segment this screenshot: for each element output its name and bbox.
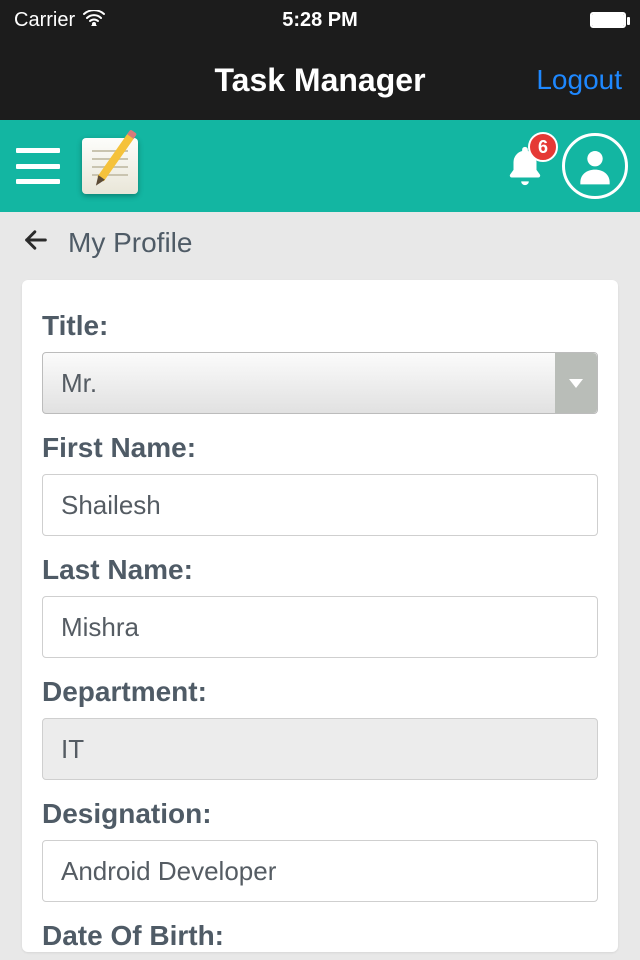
battery-icon bbox=[590, 12, 626, 28]
department-field: IT bbox=[42, 718, 598, 780]
compose-icon[interactable] bbox=[82, 138, 138, 194]
clock-label: 5:28 PM bbox=[282, 9, 358, 32]
department-label: Department: bbox=[42, 676, 598, 708]
profile-button[interactable] bbox=[562, 133, 628, 199]
department-value: IT bbox=[61, 734, 84, 765]
page-title: My Profile bbox=[68, 227, 192, 259]
dob-label: Date Of Birth: bbox=[42, 920, 598, 952]
logout-button[interactable]: Logout bbox=[536, 64, 622, 96]
notifications-button[interactable]: 6 bbox=[502, 142, 548, 190]
wifi-icon bbox=[83, 9, 105, 32]
notification-badge: 6 bbox=[528, 132, 558, 162]
breadcrumb: My Profile bbox=[0, 212, 640, 270]
title-label: Title: bbox=[42, 310, 598, 342]
app-title: Task Manager bbox=[214, 62, 425, 99]
status-bar: Carrier 5:28 PM bbox=[0, 0, 640, 40]
first-name-input[interactable] bbox=[42, 474, 598, 536]
chevron-down-icon bbox=[555, 353, 597, 413]
first-name-label: First Name: bbox=[42, 432, 598, 464]
profile-form-card: Title: Mr. First Name: Last Name: Depart… bbox=[22, 280, 618, 952]
title-select[interactable]: Mr. bbox=[42, 352, 598, 414]
designation-label: Designation: bbox=[42, 798, 598, 830]
last-name-label: Last Name: bbox=[42, 554, 598, 586]
back-button[interactable] bbox=[22, 226, 50, 260]
menu-icon[interactable] bbox=[16, 148, 60, 184]
navbar: Task Manager Logout bbox=[0, 40, 640, 120]
title-select-value: Mr. bbox=[61, 368, 97, 399]
toolbar: 6 bbox=[0, 120, 640, 212]
carrier-label: Carrier bbox=[14, 9, 75, 32]
designation-input[interactable] bbox=[42, 840, 598, 902]
last-name-input[interactable] bbox=[42, 596, 598, 658]
